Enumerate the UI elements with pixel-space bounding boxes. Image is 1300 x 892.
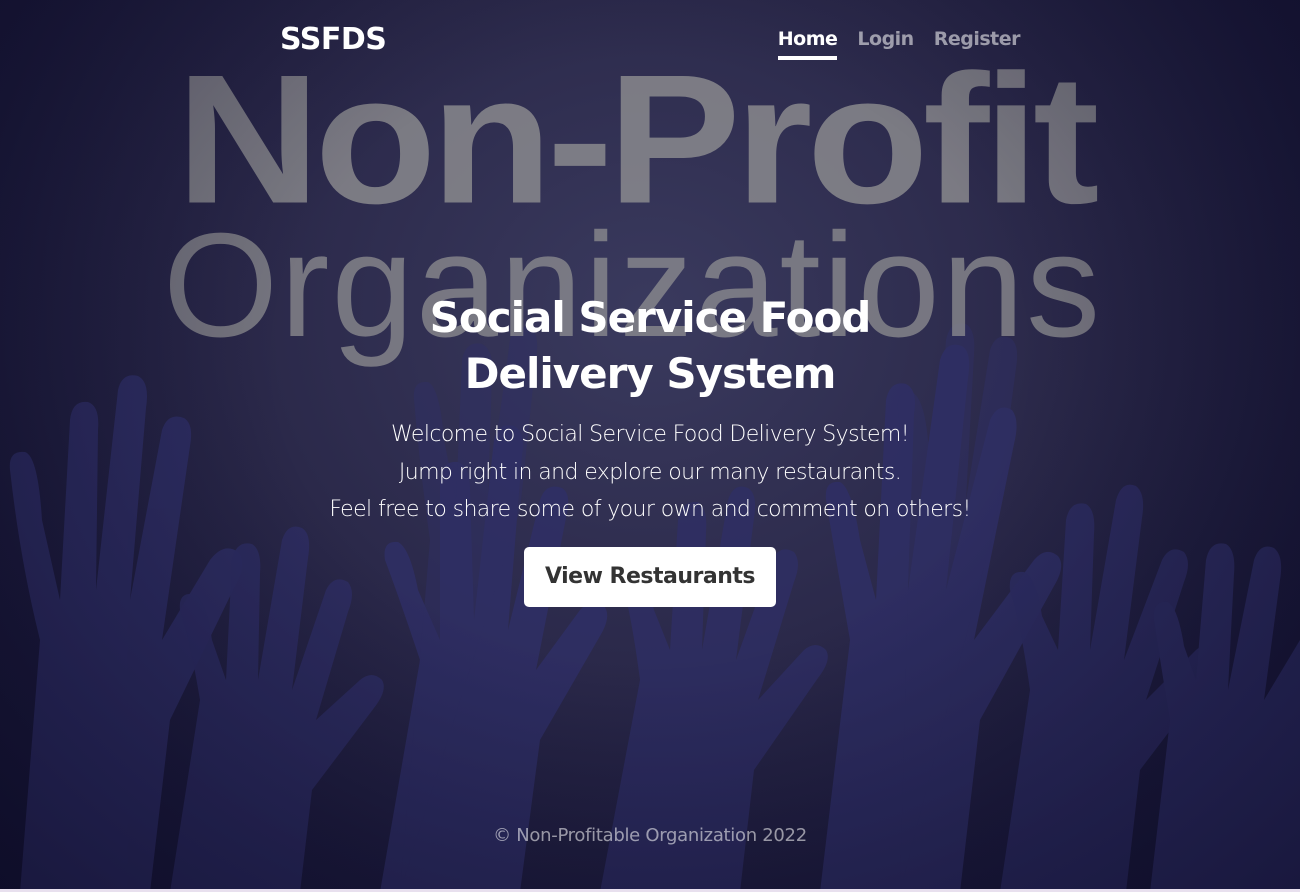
site-footer: © Non-Profitable Organization 2022 bbox=[0, 825, 1300, 846]
nav-link-register[interactable]: Register bbox=[934, 28, 1021, 60]
hero-title: Social Service Food Delivery System bbox=[429, 293, 872, 398]
hero-lead-line: Jump right in and explore our many resta… bbox=[398, 459, 902, 485]
hero-lead-line: Welcome to Social Service Food Delivery … bbox=[391, 422, 910, 447]
nav-link-login[interactable]: Login bbox=[857, 28, 914, 60]
nav-link-home[interactable]: Home bbox=[777, 28, 838, 60]
background-word-nonprofit: Non-Profit bbox=[176, 36, 1100, 243]
hero-section: Social Service Food Delivery System Welc… bbox=[0, 290, 1300, 607]
hero-lead: Welcome to Social Service Food Delivery … bbox=[0, 416, 1300, 529]
main-nav: Home Login Register bbox=[777, 28, 1021, 60]
view-restaurants-button[interactable]: View Restaurants bbox=[523, 546, 777, 607]
hero-lead-line: Feel free to share some of your own and … bbox=[329, 497, 971, 522]
site-header: SSFDS Home Login Register bbox=[280, 22, 1021, 66]
footer-copyright: © Non-Profitable Organization 2022 bbox=[493, 825, 807, 846]
brand-logo[interactable]: SSFDS bbox=[280, 22, 387, 57]
